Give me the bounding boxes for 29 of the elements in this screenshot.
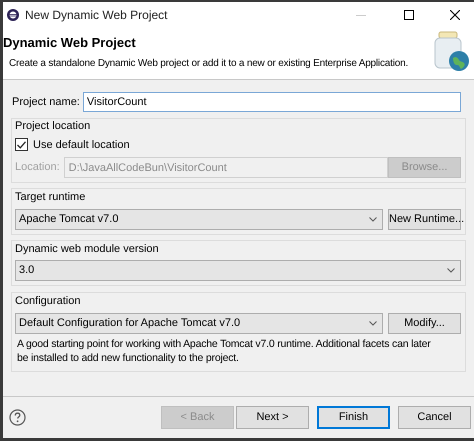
group-title: Target runtime: [15, 190, 86, 205]
page-title: Dynamic Web Project: [3, 34, 137, 52]
close-icon[interactable]: [450, 10, 460, 20]
checkbox[interactable]: [15, 138, 28, 152]
project-name-field[interactable]: VisitorCount: [82, 92, 461, 112]
modify-button[interactable]: Modify...: [388, 312, 461, 334]
dialog-button[interactable]: Next >: [236, 406, 309, 429]
dialog-button[interactable]: Cancel: [398, 406, 471, 429]
configuration-dropdown[interactable]: Default Configuration for Apache Tomcat v7.0: [15, 312, 383, 334]
maximize-icon[interactable]: [404, 10, 414, 20]
chevron-down-icon: [369, 320, 377, 326]
field-label: Project name:: [12, 94, 80, 110]
dialog-button[interactable]: Finish: [317, 406, 390, 429]
configuration-description: A good starting point for working with Apache Tomcat v7.0 runtime. Additional facets can later be installed to add new functionality to the project.: [17, 336, 432, 364]
checkbox-label[interactable]: Use default location: [33, 136, 130, 153]
chevron-down-icon: [369, 216, 377, 222]
page-description: Create a standalone Dynamic Web project or add it to a new or existing Enterprise Application.: [9, 56, 410, 70]
window-title: New Dynamic Web Project: [25, 6, 168, 24]
eclipse-icon: [6, 8, 20, 22]
module-version-dropdown[interactable]: 3.0: [15, 260, 461, 281]
field-label: Location:: [15, 160, 60, 176]
chevron-down-icon: [447, 268, 455, 273]
help-icon[interactable]: [9, 409, 26, 426]
target-runtime-dropdown[interactable]: Apache Tomcat v7.0: [15, 208, 383, 230]
group-title: Dynamic web module version: [15, 242, 160, 256]
group-title: Configuration: [15, 294, 82, 309]
new-runtime-button[interactable]: New Runtime...: [388, 208, 461, 230]
group-title: Project location: [15, 119, 92, 134]
checkmark-icon: [17, 140, 26, 149]
